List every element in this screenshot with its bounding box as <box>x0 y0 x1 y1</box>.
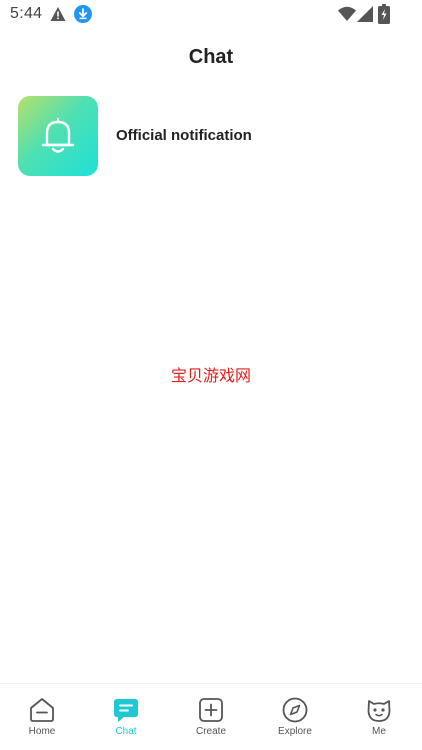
page-title: Chat <box>188 46 234 68</box>
bottom-nav: Home Chat Create Explore Me <box>0 683 422 750</box>
signal-icon <box>357 6 373 22</box>
notification-avatar <box>18 96 98 176</box>
watermark-text: 宝贝游戏网 <box>170 366 251 385</box>
nav-me-label: Me <box>372 726 386 737</box>
create-icon <box>199 698 223 722</box>
compass-icon <box>282 697 308 723</box>
nav-home-label: Home <box>28 726 56 737</box>
warning-icon <box>50 7 66 21</box>
chat-name: Official notification <box>116 127 252 144</box>
status-time: 5:44 <box>10 5 43 22</box>
status-bar: 5:44 <box>0 0 422 30</box>
download-icon <box>74 5 92 23</box>
battery-icon <box>378 4 390 24</box>
nav-create[interactable]: Create <box>181 696 241 746</box>
nav-me[interactable]: Me <box>349 696 409 746</box>
chat-icon <box>114 699 138 722</box>
nav-create-label: Create <box>195 726 226 737</box>
nav-home[interactable]: Home <box>12 696 72 746</box>
chat-item-official-notification[interactable]: Official notification <box>18 96 404 176</box>
nav-chat[interactable]: Chat <box>96 696 156 746</box>
nav-explore[interactable]: Explore <box>265 696 325 746</box>
cat-face-icon <box>367 700 391 722</box>
nav-explore-label: Explore <box>278 726 312 737</box>
bell-icon <box>41 117 75 153</box>
wifi-icon <box>338 6 356 21</box>
home-icon <box>30 698 54 722</box>
nav-chat-label: Chat <box>115 726 137 737</box>
